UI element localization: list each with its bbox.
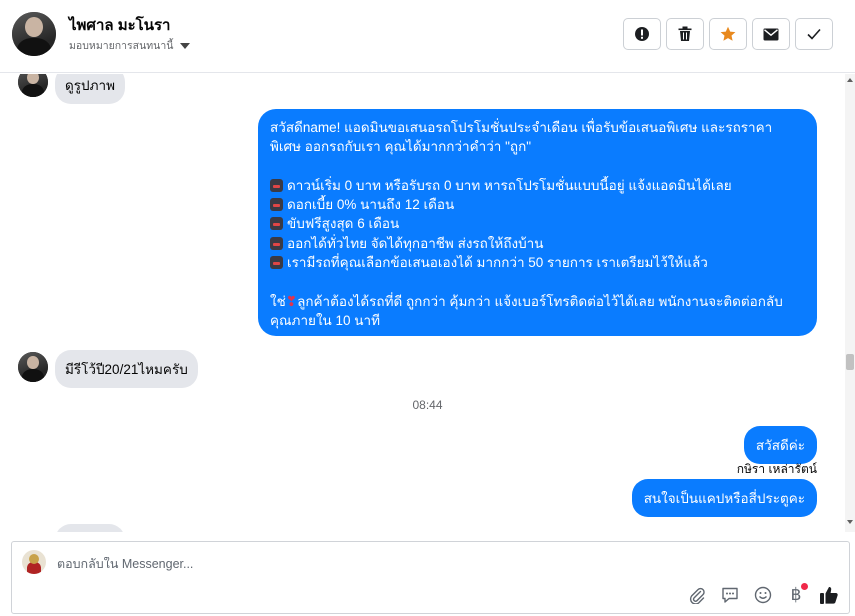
scroll-down-arrow-icon[interactable] [847, 520, 853, 524]
contact-avatar-small [18, 352, 48, 382]
thumbs-up-icon [820, 587, 838, 604]
star-icon [720, 26, 736, 41]
caret-down-icon [180, 42, 191, 49]
star-button[interactable] [709, 18, 747, 50]
message-timestamp: 08:44 [412, 398, 443, 412]
header-actions [623, 18, 833, 50]
page-avatar [22, 550, 46, 574]
message-list[interactable]: ดูรูปภาพ สวัสดีname! แอดมินขอเสนอรถโปรโม… [0, 74, 845, 532]
trash-icon [678, 26, 692, 41]
spam-button[interactable] [623, 18, 661, 50]
notification-dot [801, 583, 808, 590]
messenger-inbox-thread: ไพศาล มะโนรา มอบหมายการสนทนานี้ ดูรูปภาพ… [0, 0, 855, 616]
mark-unread-button[interactable] [752, 18, 790, 50]
reply-input[interactable] [57, 557, 557, 571]
promo-bullet: ขับฟรีสูงสุด 6 เดือน [270, 214, 805, 233]
emoji-icon [754, 586, 772, 604]
baht-icon: ฿ [790, 585, 802, 605]
promo-line: พิเศษ ออกรถกับเรา คุณได้มากกว่าคำว่า "ถู… [270, 139, 532, 155]
heart-emoji-icon: ❣ [285, 293, 298, 309]
outgoing-message[interactable]: สนใจเป็นแคปหรือสี่ประตูคะ [631, 479, 817, 517]
promo-bullet: เรามีรถที่คุณเลือกข้อเสนอเองได้ มากกว่า … [270, 253, 805, 272]
check-icon [807, 28, 821, 40]
promo-line: คุณภายใน 10 นาที [270, 312, 380, 328]
emoji-button[interactable] [752, 584, 774, 606]
payment-button[interactable]: ฿ [785, 583, 808, 606]
promo-line: สวัสดีname! แอดมินขอเสนอรถโปรโมชั่นประจำ… [270, 120, 773, 135]
car-emoji-icon [270, 217, 283, 231]
contact-name[interactable]: ไพศาล มะโนรา [69, 13, 170, 37]
paperclip-icon [689, 587, 705, 604]
conversation-header: ไพศาล มะโนรา มอบหมายการสนทนานี้ [0, 0, 855, 73]
reply-composer: ฿ [11, 541, 850, 614]
contact-avatar-small [18, 74, 48, 97]
promo-closing: ใช่❣ลูกค้าต้องได้รถที่ดี ถูกกว่า คุ้มกว่… [270, 293, 783, 309]
exclamation-circle-icon [635, 27, 649, 41]
promo-bullet: ดอกเบี้ย 0% นานถึง 12 เดือน [270, 195, 805, 214]
incoming-message-partial [55, 524, 125, 532]
car-emoji-icon [270, 256, 283, 270]
outgoing-message[interactable]: สวัสดีค่ะ [743, 426, 817, 464]
assign-label: มอบหมายการสนทนานี้ [69, 40, 174, 52]
incoming-message[interactable]: ดูรูปภาพ [55, 74, 125, 104]
promo-bullet: ดาวน์เริ่ม 0 บาท หรือรับรถ 0 บาท หารถโปร… [270, 176, 805, 195]
scroll-up-arrow-icon[interactable] [847, 78, 853, 82]
outgoing-promo-message[interactable]: สวัสดีname! แอดมินขอเสนอรถโปรโมชั่นประจำ… [258, 109, 817, 336]
composer-tools: ฿ [686, 583, 840, 606]
promo-bullet: ออกได้ทั่วไทย จัดได้ทุกอาชีพ ส่งรถให้ถึง… [270, 234, 805, 253]
saved-reply-icon [722, 587, 738, 603]
message-scrollbar[interactable] [845, 74, 855, 532]
mark-done-button[interactable] [795, 18, 833, 50]
car-emoji-icon [270, 198, 283, 212]
assign-conversation-dropdown[interactable]: มอบหมายการสนทนานี้ [69, 37, 191, 54]
incoming-message[interactable]: มีรีโว้ปี20/21ไหมครับ [55, 350, 198, 388]
car-emoji-icon [270, 178, 283, 192]
saved-replies-button[interactable] [719, 584, 741, 606]
delete-button[interactable] [666, 18, 704, 50]
car-emoji-icon [270, 236, 283, 250]
attach-button[interactable] [686, 584, 708, 606]
scrollbar-thumb[interactable] [846, 354, 854, 370]
like-button[interactable] [818, 584, 840, 606]
envelope-icon [763, 28, 779, 40]
sender-name: กษิรา เหล่ารัตน์ [736, 462, 817, 476]
contact-avatar[interactable] [12, 12, 56, 56]
